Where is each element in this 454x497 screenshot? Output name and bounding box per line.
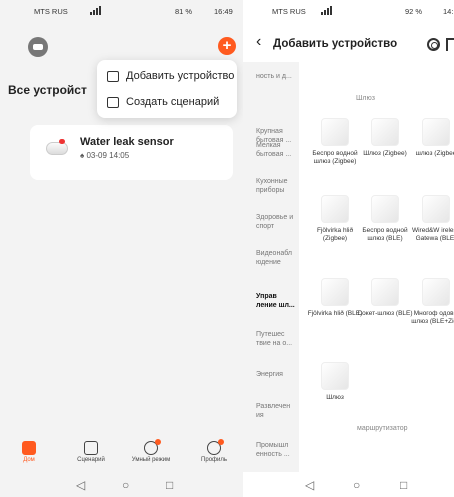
home-avatar[interactable] [28, 37, 48, 57]
gateway-image [371, 118, 399, 146]
category-item[interactable]: Здоровье и спорт [256, 213, 298, 231]
home-icon [22, 441, 36, 455]
category-item[interactable]: Развлечен ия [256, 402, 298, 420]
device-tile[interactable]: шлюз (Zigbee [406, 118, 454, 158]
gateway-image [321, 195, 349, 223]
clock: 16:49 [214, 7, 233, 16]
system-home-icon[interactable]: ○ [122, 478, 129, 492]
right-screen: MTS RUS 92 % 14: ‹ Добавить устройство н… [243, 0, 454, 497]
create-scene-icon [107, 96, 119, 108]
device-card[interactable]: Water leak sensor ♠ 03-09 14:05 [30, 125, 233, 180]
menu-item-add-device[interactable]: Добавить устройство [97, 63, 237, 89]
bottom-nav: Дом Сценарий Умный режим Профиль [0, 437, 243, 475]
gateway-image [371, 195, 399, 223]
category-item[interactable]: Видеонабл юдение [256, 249, 298, 267]
add-menu-popup: Добавить устройство Создать сценарий [97, 60, 237, 118]
category-list: ность и д... Крупная бытовая ... Мелкая … [243, 62, 299, 472]
system-back-icon[interactable]: ◁ [305, 478, 314, 492]
category-item[interactable]: Кухонные приборы [256, 177, 298, 195]
gateway-image [321, 118, 349, 146]
add-button[interactable]: + [218, 37, 236, 55]
qr-code-icon[interactable] [446, 38, 454, 51]
back-icon[interactable]: ‹ [256, 33, 261, 51]
socket-gateway-image [371, 278, 399, 306]
status-bar: MTS RUS 81 % 16:49 [0, 0, 243, 22]
smart-mode-icon [144, 439, 161, 455]
gateway-image [321, 362, 349, 390]
carrier-label: MTS RUS [34, 7, 68, 16]
gateway-image [422, 195, 450, 223]
nav-scene[interactable]: Сценарий [67, 437, 115, 463]
battery-label: 92 % [405, 7, 423, 16]
gateway-image [321, 278, 349, 306]
category-item[interactable]: Промышл енность ... [256, 441, 298, 459]
left-screen: MTS RUS 81 % 16:49 + Все устройст Water … [0, 0, 243, 497]
nav-profile[interactable]: Профиль [190, 437, 238, 463]
system-recent-icon[interactable]: □ [400, 478, 407, 492]
device-name: Water leak sensor [80, 136, 174, 148]
system-nav: ◁ ○ □ [0, 475, 243, 497]
section-title: Все устройст [8, 83, 87, 97]
clock: 14: [443, 7, 454, 16]
category-item[interactable]: Энергия [256, 370, 298, 379]
device-tile[interactable]: Многоф одовы шлюз (BLE+Zigb [406, 278, 454, 326]
signal-icon [321, 6, 333, 15]
scan-icon[interactable] [427, 38, 440, 51]
system-home-icon[interactable]: ○ [353, 478, 360, 492]
category-item-active[interactable]: Управ ление шл... [256, 292, 298, 310]
device-tile[interactable]: Wired&W ireless Gatewa (BLE) [406, 195, 454, 243]
section-router: маршрутизатор [357, 425, 408, 432]
system-recent-icon[interactable]: □ [166, 478, 173, 492]
nav-home[interactable]: Дом [5, 437, 53, 463]
category-item[interactable]: Путешес твие на о... [256, 330, 298, 348]
profile-icon [207, 439, 224, 455]
menu-item-create-scene[interactable]: Создать сценарий [97, 89, 237, 115]
water-leak-sensor-icon [46, 139, 68, 157]
add-device-icon [107, 70, 119, 82]
device-tile[interactable]: Шлюз [305, 362, 365, 402]
carrier-label: MTS RUS [272, 7, 306, 16]
device-time: 03-09 14:05 [86, 151, 130, 160]
signal-icon [90, 6, 102, 15]
gateway-image [422, 278, 450, 306]
scene-icon [84, 441, 98, 455]
category-item[interactable]: Мелкая бытовая ... [256, 141, 298, 159]
category-item[interactable]: ность и д... [256, 72, 298, 81]
battery-label: 81 % [175, 7, 193, 16]
gateway-image [422, 118, 450, 146]
router-image[interactable] [319, 445, 347, 473]
section-gateway: Шлюз [356, 95, 375, 102]
page-title: Добавить устройство [273, 38, 398, 50]
status-bar: MTS RUS 92 % 14: [243, 0, 454, 22]
nav-smart-mode[interactable]: Умный режим [127, 437, 175, 463]
system-back-icon[interactable]: ◁ [76, 478, 85, 492]
system-nav: ◁ ○ □ [243, 475, 454, 497]
